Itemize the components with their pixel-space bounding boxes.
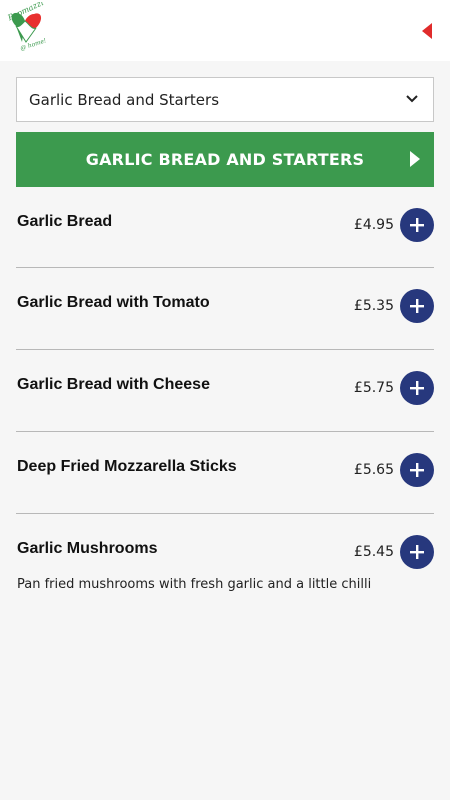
- menu-item-name: Garlic Bread with Tomato: [17, 294, 210, 311]
- menu-item: Garlic Bread with Tomato £5.35: [16, 268, 434, 350]
- play-right-icon: [410, 151, 420, 167]
- menu-item-price: £5.65: [353, 462, 394, 478]
- chevron-down-icon: [406, 95, 418, 103]
- category-select-value: Garlic Bread and Starters: [29, 90, 220, 109]
- menu-item-price: £5.75: [353, 380, 394, 396]
- menu-item-name: Garlic Bread: [17, 213, 113, 230]
- menu-item-name: Garlic Bread with Cheese: [17, 376, 210, 393]
- plus-icon: [410, 381, 424, 395]
- plus-icon: [410, 545, 424, 559]
- menu-item: Garlic Bread £4.95: [16, 187, 434, 268]
- app-header: Papmazzi @ home!: [0, 0, 450, 61]
- add-item-button[interactable]: [400, 535, 434, 569]
- chevron-left-icon: [422, 23, 432, 39]
- add-item-button[interactable]: [400, 453, 434, 487]
- plus-icon: [410, 299, 424, 313]
- back-button[interactable]: [420, 20, 434, 42]
- svg-text:@ home!: @ home!: [19, 37, 47, 52]
- menu-item-name: Garlic Mushrooms: [17, 540, 158, 557]
- menu-item-price: £4.95: [353, 217, 394, 233]
- menu-item-name: Deep Fried Mozzarella Sticks: [17, 458, 237, 475]
- category-heading-label: GARLIC BREAD AND STARTERS: [85, 150, 365, 169]
- add-item-button[interactable]: [400, 371, 434, 405]
- heart-logo-icon: Papmazzi @ home!: [5, 0, 47, 52]
- menu-item-list: Garlic Bread £4.95 Garlic Bread with Tom…: [16, 187, 434, 614]
- menu-item-price: £5.45: [353, 544, 394, 560]
- menu-item: Garlic Mushrooms £5.45 Pan fried mushroo…: [16, 514, 434, 614]
- add-item-button[interactable]: [400, 289, 434, 323]
- category-select[interactable]: Garlic Bread and Starters: [16, 77, 434, 122]
- papmazzi-logo[interactable]: Papmazzi @ home!: [4, 0, 50, 52]
- add-item-button[interactable]: [400, 208, 434, 242]
- menu-item-description: Pan fried mushrooms with fresh garlic an…: [17, 577, 372, 592]
- menu-item-price: £5.35: [353, 298, 394, 314]
- menu-item: Deep Fried Mozzarella Sticks £5.65: [16, 432, 434, 514]
- category-heading-bar[interactable]: GARLIC BREAD AND STARTERS: [16, 132, 434, 187]
- plus-icon: [410, 463, 424, 477]
- plus-icon: [410, 218, 424, 232]
- menu-item: Garlic Bread with Cheese £5.75: [16, 350, 434, 432]
